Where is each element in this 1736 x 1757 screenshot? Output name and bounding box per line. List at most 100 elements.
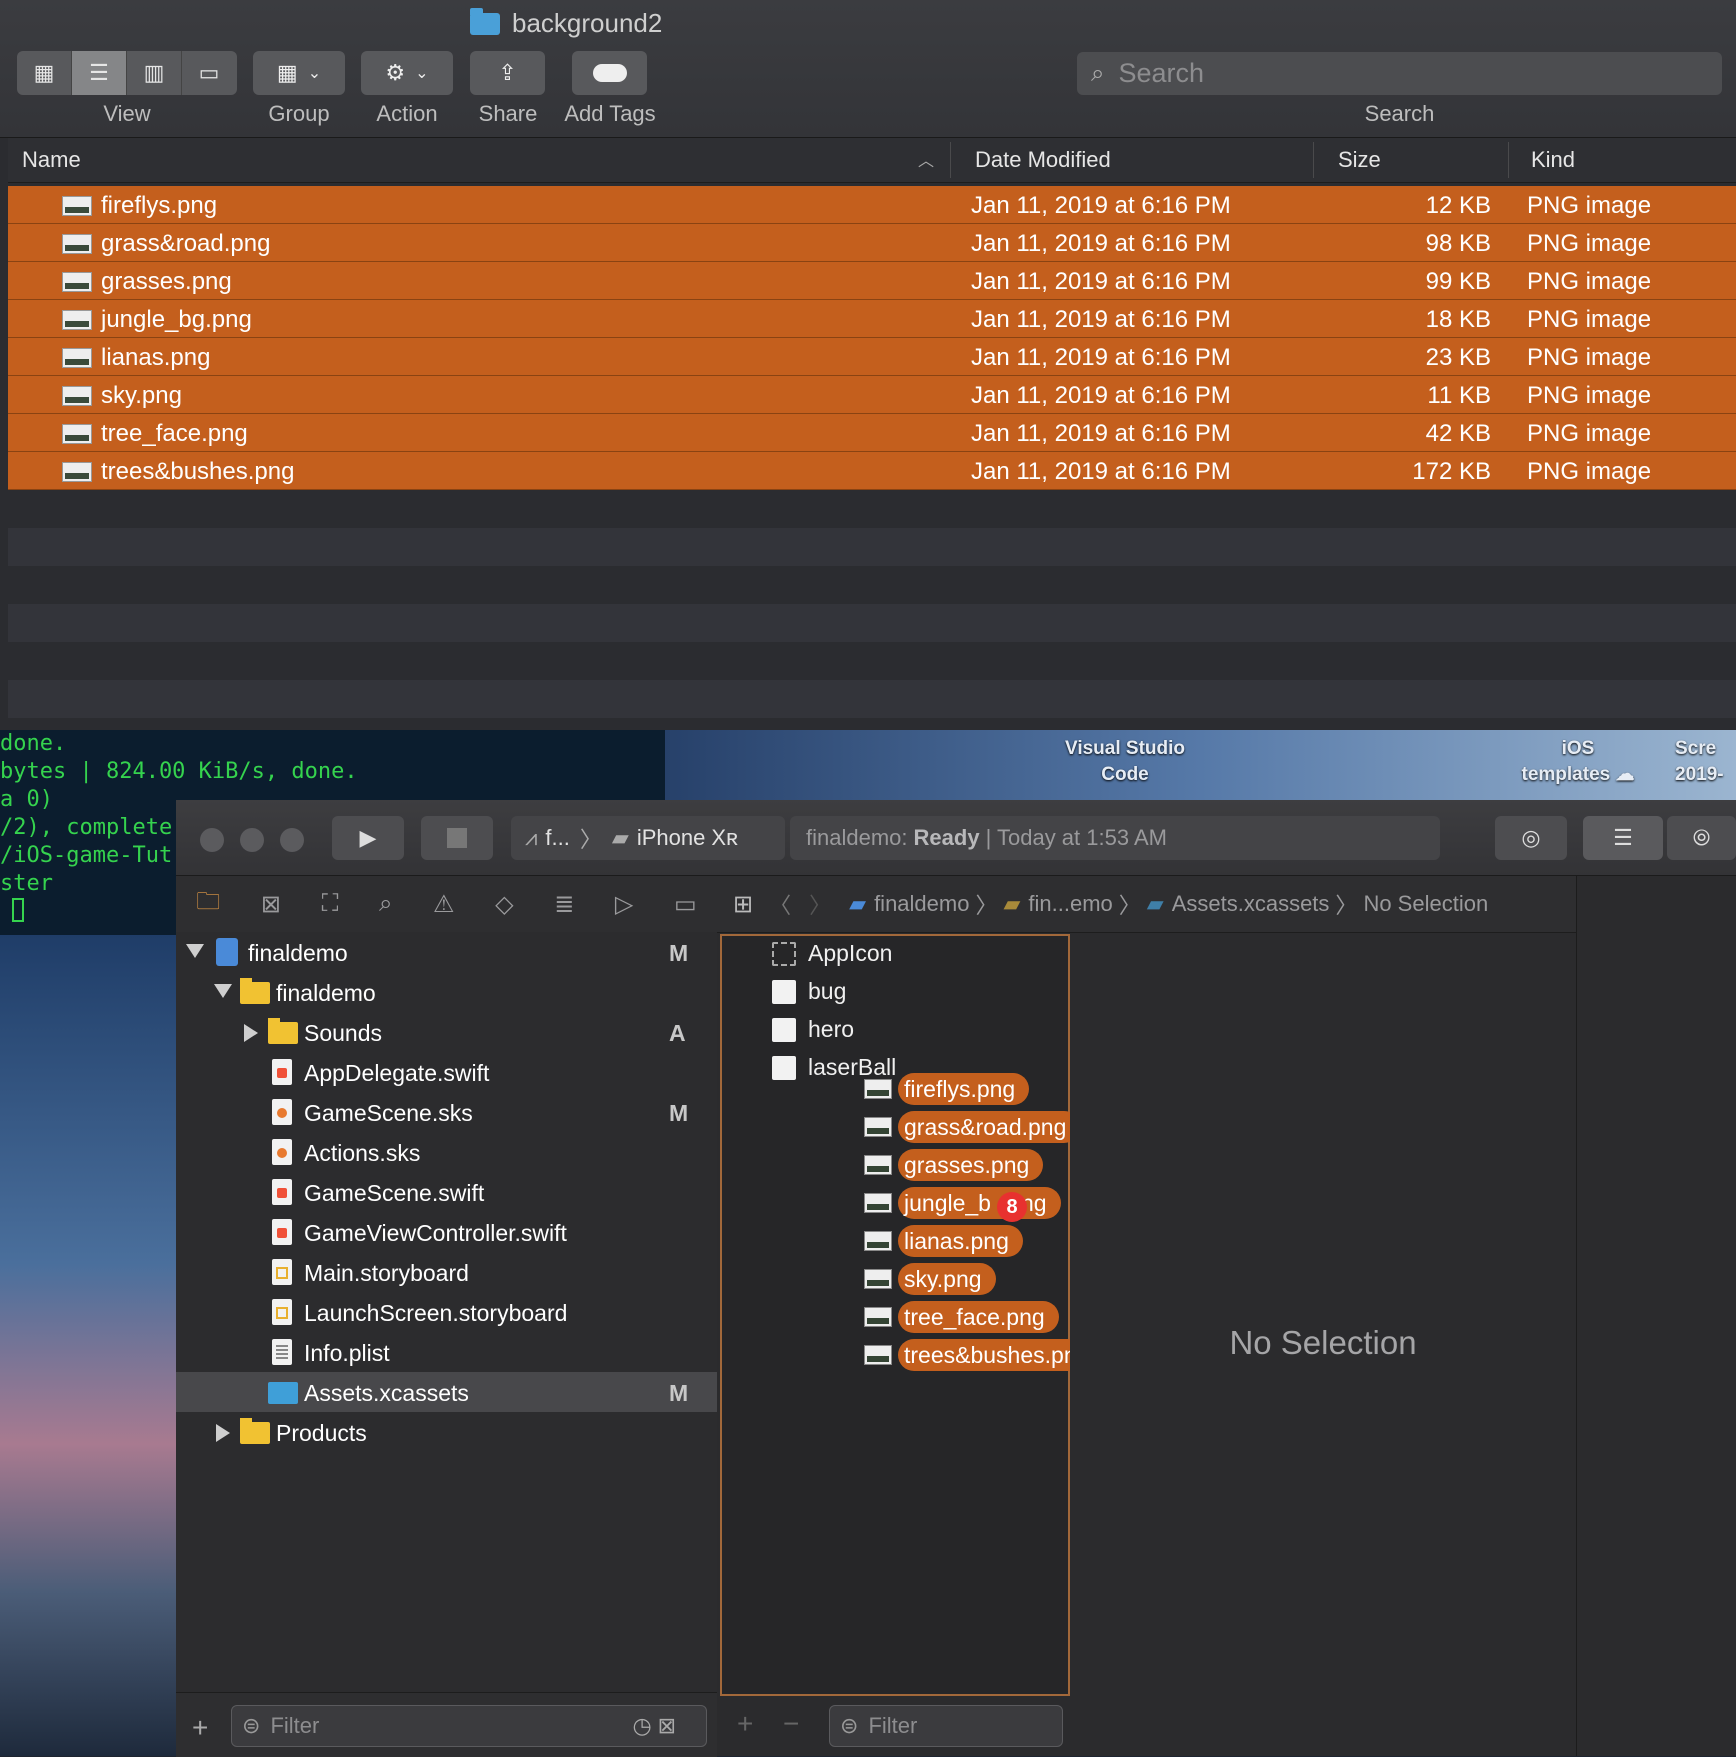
filter-icon: ⊜ <box>840 1713 859 1738</box>
warning-icon[interactable]: ⚠ <box>433 890 455 919</box>
size-column-header[interactable]: Size <box>1338 147 1381 173</box>
column-view-icon[interactable]: ▥ <box>127 51 182 95</box>
spritekit-scene-icon <box>272 1139 292 1165</box>
navigator-row-file[interactable]: Actions.sks <box>176 1132 717 1172</box>
file-row[interactable]: grasses.png Jan 11, 2019 at 6:16 PM 99 KB P… <box>8 262 1736 300</box>
file-row[interactable]: lianas.png Jan 11, 2019 at 6:16 PM 23 KB PN… <box>8 338 1736 376</box>
library-icon: ◎ <box>1521 825 1541 850</box>
file-size: 172 KB <box>1412 458 1491 485</box>
finder-search-field[interactable]: ⌕ <box>1077 52 1722 95</box>
folder-navigator-icon[interactable]: 🗀 <box>196 884 220 925</box>
recent-files-icon[interactable]: ◷ <box>632 1713 651 1739</box>
search-icon[interactable]: ⌕ <box>379 890 392 918</box>
navigator-row-sounds[interactable]: Sounds A <box>176 1012 717 1052</box>
column-divider[interactable] <box>950 142 951 178</box>
source-control-icon[interactable]: ⊠ <box>261 890 281 919</box>
group-button[interactable]: ▦ ⌄ <box>253 51 345 95</box>
kind-column-header[interactable]: Kind <box>1531 147 1575 173</box>
file-row[interactable]: grass&road.png Jan 11, 2019 at 6:16 PM 98 … <box>8 224 1736 262</box>
close-window-button[interactable] <box>200 828 224 852</box>
file-row[interactable]: jungle_bg.png Jan 11, 2019 at 6:16 PM 18 K… <box>8 300 1736 338</box>
icon-view-icon[interactable]: ▦ <box>17 51 72 95</box>
file-date: Jan 11, 2019 at 6:16 PM <box>971 382 1231 409</box>
library-button[interactable]: ◎ <box>1495 816 1567 860</box>
test-icon[interactable]: ◇ <box>495 890 513 919</box>
gallery-view-icon[interactable]: ▭ <box>182 51 236 95</box>
app-scheme-icon: ⩘ <box>525 825 538 850</box>
action-button[interactable]: ⚙ ⌄ <box>361 51 453 95</box>
file-row[interactable]: tree_face.png Jan 11, 2019 at 6:16 PM 42 K… <box>8 414 1736 452</box>
back-chevron-icon[interactable]: 〈 <box>769 888 791 920</box>
device-name[interactable]: iPhone Xʀ <box>637 825 738 851</box>
add-asset-icon[interactable]: + <box>737 1708 753 1740</box>
asset-filter-input[interactable] <box>866 1712 1041 1740</box>
view-mode-segmented-control[interactable]: ▦ ☰ ▥ ▭ <box>17 51 237 95</box>
file-size: 99 KB <box>1425 268 1491 295</box>
column-divider[interactable] <box>1508 142 1509 178</box>
breakpoint-icon[interactable]: ▷ <box>615 890 633 919</box>
report-icon[interactable]: ▭ <box>674 890 697 919</box>
file-date: Jan 11, 2019 at 6:16 PM <box>971 420 1231 447</box>
navigator-filter-input[interactable] <box>268 1712 633 1740</box>
asset-filter-field[interactable]: ⊜ <box>829 1705 1063 1747</box>
jump-bar-item[interactable]: finaldemo <box>874 891 969 917</box>
disclosure-right-icon[interactable] <box>244 1024 258 1042</box>
name-column-header[interactable]: Name <box>22 147 81 173</box>
navigator-row-file[interactable]: AppDelegate.swift <box>176 1052 717 1092</box>
debug-icon[interactable]: ≣ <box>554 890 574 919</box>
navigator-row-file[interactable]: Main.storyboard <box>176 1252 717 1292</box>
navigator-row-file[interactable]: Info.plist <box>176 1332 717 1372</box>
minimize-window-button[interactable] <box>240 828 264 852</box>
ios-templates-desktop-icon[interactable]: iOS templates ☁ <box>1503 736 1653 788</box>
stop-button[interactable] <box>421 816 493 860</box>
file-size: 12 KB <box>1425 192 1491 219</box>
hero-image-icon <box>772 1018 796 1042</box>
png-thumbnail-icon <box>864 1307 892 1327</box>
scm-filter-icon[interactable]: ⊠ <box>658 1713 676 1739</box>
zoom-window-button[interactable] <box>280 828 304 852</box>
vscode-desktop-icon[interactable]: Visual Studio Code <box>1025 736 1225 788</box>
navigator-row-project[interactable]: finaldemo M <box>176 932 717 972</box>
file-row[interactable]: fireflys.png Jan 11, 2019 at 6:16 PM 12 KB… <box>8 186 1736 224</box>
navigator-row-file[interactable]: LaunchScreen.storyboard <box>176 1292 717 1332</box>
share-button[interactable]: ⇪ <box>470 51 545 95</box>
navigator-row-file[interactable]: GameScene.sks M <box>176 1092 717 1132</box>
file-row[interactable]: trees&bushes.png Jan 11, 2019 at 6:16 PM 1… <box>8 452 1736 490</box>
screenshot-desktop-icon[interactable]: Scre 2019- <box>1675 736 1736 788</box>
png-thumbnail-icon <box>864 1269 892 1289</box>
navigator-row-selected[interactable]: Assets.xcassets M <box>176 1372 717 1412</box>
remove-asset-icon[interactable]: − <box>783 1708 799 1740</box>
navigator-filter-field[interactable]: ⊜ ◷ ⊠ <box>231 1705 707 1747</box>
folder-icon <box>268 1018 298 1044</box>
symbol-navigator-icon[interactable]: ⛶ <box>322 890 339 918</box>
desktop-icon-label: Scre <box>1675 738 1717 759</box>
search-input[interactable] <box>1116 57 1681 90</box>
disclosure-down-icon[interactable] <box>186 944 204 958</box>
disclosure-right-icon[interactable] <box>216 1424 230 1442</box>
column-divider[interactable] <box>1313 142 1314 178</box>
date-modified-column-header[interactable]: Date Modified <box>975 147 1111 173</box>
forward-chevron-icon[interactable]: 〉 <box>809 888 831 920</box>
jump-bar-item[interactable]: No Selection <box>1363 891 1488 917</box>
navigator-row-group[interactable]: finaldemo <box>176 972 717 1012</box>
add-file-icon[interactable]: + <box>192 1712 208 1744</box>
navigator-row-group[interactable]: Products <box>176 1412 717 1452</box>
scheme-selector[interactable]: ⩘ f... 〉 ▰ iPhone Xʀ <box>511 816 785 860</box>
dragged-file-label: jungle_b ng <box>898 1187 1061 1219</box>
chevron-right-icon: 〉 <box>975 893 998 918</box>
file-row[interactable]: sky.png Jan 11, 2019 at 6:16 PM 11 KB PNG i… <box>8 376 1736 414</box>
dragged-file-label: grass&road.png <box>898 1111 1081 1143</box>
standard-editor-button[interactable]: ☰ <box>1583 816 1663 860</box>
disclosure-down-icon[interactable] <box>214 984 232 998</box>
assistant-editor-button[interactable]: ⦾ <box>1667 816 1736 860</box>
navigator-row-file[interactable]: GameScene.swift <box>176 1172 717 1212</box>
list-view-icon[interactable]: ☰ <box>72 51 127 95</box>
related-items-icon[interactable]: ⊞ <box>733 890 753 919</box>
run-button[interactable]: ▶ <box>332 816 404 860</box>
jump-bar-item[interactable]: fin...emo <box>1028 891 1112 917</box>
jump-bar-item[interactable]: Assets.xcassets <box>1172 891 1330 917</box>
add-tags-button[interactable] <box>572 51 647 95</box>
dragged-file-label: sky.png <box>898 1263 996 1295</box>
navigator-selector-bar: 🗀 ⊠ ⛶ ⌕ ⚠ ◇ ≣ ▷ ▭ <box>176 876 717 933</box>
navigator-row-file[interactable]: GameViewController.swift <box>176 1212 717 1252</box>
